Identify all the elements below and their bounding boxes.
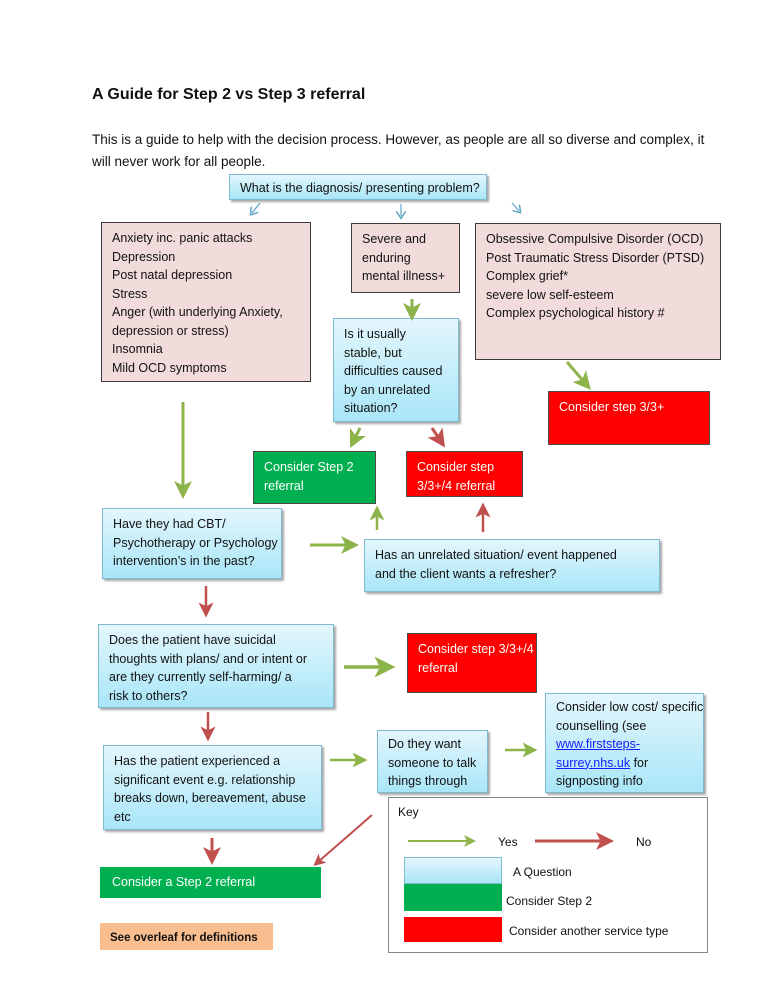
- arrow-start-left: [252, 202, 261, 213]
- arrow-stable-yes: [349, 427, 367, 449]
- arrow-start-right: [511, 202, 519, 211]
- arrow-right-to-step3: [565, 361, 591, 390]
- arrow-talk-no: [313, 814, 373, 866]
- arrow-stable-no: [427, 427, 445, 448]
- flow-arrows: [174, 202, 614, 866]
